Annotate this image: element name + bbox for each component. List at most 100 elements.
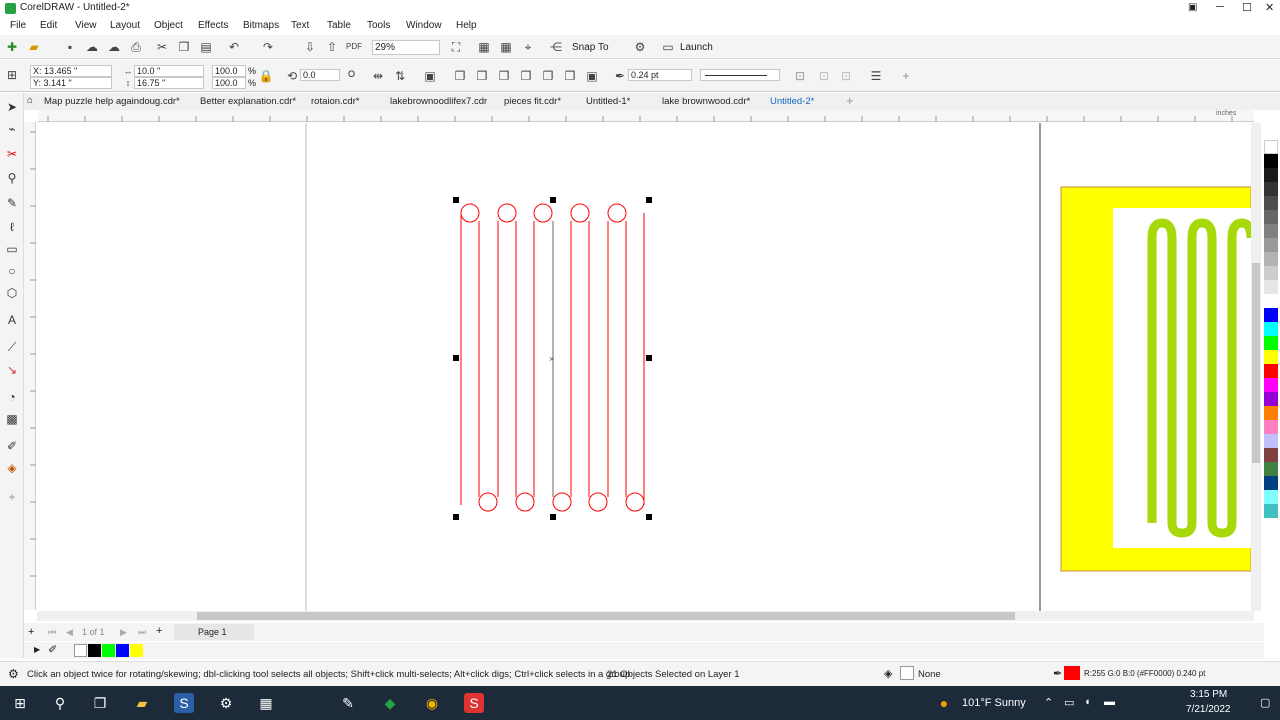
save-icon[interactable]: ▪ — [62, 39, 78, 55]
palette-swatch[interactable] — [1264, 238, 1278, 252]
create-boundary-icon[interactable]: ▣ — [584, 68, 600, 84]
tray-battery-icon[interactable]: ▬ — [1104, 696, 1115, 708]
file-explorer-icon[interactable]: ▰ — [132, 693, 152, 713]
windows-start-icon[interactable]: ⊞ — [10, 693, 30, 713]
maximize-button[interactable]: ☐ — [1242, 1, 1252, 14]
home-icon[interactable]: ⌂ — [27, 95, 33, 106]
undo-icon[interactable]: ↶ — [226, 39, 242, 55]
palette-swatch[interactable] — [1264, 406, 1278, 420]
palette-swatch[interactable] — [1264, 350, 1278, 364]
ellipse-tool-icon[interactable]: ○ — [4, 263, 20, 279]
scale-height-field[interactable]: 100.0 — [212, 77, 246, 89]
doc-swatch-black[interactable] — [88, 644, 101, 657]
y-position-field[interactable]: Y: 3.141 " — [30, 77, 112, 89]
scale-width-field[interactable]: 100.0 — [212, 65, 246, 77]
line-style-select[interactable] — [700, 69, 780, 81]
menu-text[interactable]: Text — [291, 20, 309, 31]
palette-swatch[interactable] — [1264, 168, 1278, 182]
app-snagit-icon[interactable]: S — [464, 693, 484, 713]
polygon-tool-icon[interactable]: ⬡ — [4, 285, 20, 301]
menu-object[interactable]: Object — [154, 20, 183, 31]
menu-file[interactable]: File — [10, 20, 26, 31]
snap-to-dropdown[interactable]: Snap To — [572, 42, 609, 53]
tab-lake-brownwood[interactable]: lake brownwood.cdr* — [662, 96, 750, 107]
artistic-media-icon[interactable]: ℓ — [4, 219, 20, 235]
copy-icon[interactable]: ❐ — [176, 39, 192, 55]
to-front-icon[interactable]: ⊡ — [816, 68, 832, 84]
page-tab[interactable]: Page 1 — [198, 627, 227, 637]
palette-swatch[interactable] — [1264, 280, 1278, 294]
add-page-icon[interactable]: + — [28, 626, 34, 638]
shape-tool-icon[interactable]: ⌁ — [4, 121, 20, 137]
simplify-icon[interactable]: ❐ — [518, 68, 534, 84]
menu-effects[interactable]: Effects — [198, 20, 228, 31]
tab-untitled-1[interactable]: Untitled-1* — [586, 96, 630, 107]
vertical-scrollbar[interactable] — [1251, 123, 1261, 611]
snap-icon[interactable]: ⋲ — [548, 39, 564, 55]
palette-swatch[interactable] — [1264, 448, 1278, 462]
height-field[interactable]: 16.75 " — [134, 77, 204, 89]
text-tool-icon[interactable]: A — [4, 312, 20, 328]
rulers-icon[interactable]: ▦ — [476, 39, 492, 55]
import-icon[interactable]: ⇩ — [302, 39, 318, 55]
palette-swatch[interactable] — [1264, 490, 1278, 504]
tab-untitled-2[interactable]: Untitled-2* — [770, 96, 814, 107]
prev-page-icon[interactable]: ◀ — [66, 627, 73, 638]
search-icon[interactable]: ⚲ — [50, 693, 70, 713]
to-back-icon[interactable]: ⊡ — [838, 68, 854, 84]
tab-map-puzzle[interactable]: Map puzzle help againdoug.cdr* — [44, 96, 180, 107]
menu-edit[interactable]: Edit — [40, 20, 57, 31]
palette-swatch[interactable] — [1264, 434, 1278, 448]
grid-icon[interactable]: ▦ — [498, 39, 514, 55]
parallel-dimension-icon[interactable]: ⟋ — [4, 339, 20, 355]
print-icon[interactable]: ⎙ — [128, 39, 144, 55]
new-tab-icon[interactable]: + — [846, 93, 854, 108]
mirror-horizontal-icon[interactable]: ⇹ — [370, 68, 386, 84]
redo-icon[interactable]: ↷ — [260, 39, 276, 55]
menu-help[interactable]: Help — [456, 20, 477, 31]
palette-swatch[interactable] — [1264, 154, 1278, 168]
cloud-download-icon[interactable]: ☁ — [106, 39, 122, 55]
paste-icon[interactable]: ▤ — [198, 39, 214, 55]
add-property-icon[interactable]: + — [898, 68, 914, 84]
palette-swatch[interactable] — [1264, 378, 1278, 392]
horizontal-scrollbar[interactable] — [37, 611, 1254, 621]
pick-tool-icon[interactable]: ➤ — [4, 99, 20, 115]
rotation-field[interactable]: 0.0 — [300, 69, 340, 81]
weld-icon[interactable]: ❐ — [452, 68, 468, 84]
menu-table[interactable]: Table — [327, 20, 351, 31]
intersect-icon[interactable]: ❐ — [496, 68, 512, 84]
app-settings-icon[interactable]: ⚙ — [216, 693, 236, 713]
tab-rotaion[interactable]: rotaion.cdr* — [311, 96, 360, 107]
settings-gear-icon[interactable]: ⚙ — [8, 667, 19, 681]
doc-swatch-none[interactable] — [74, 644, 87, 657]
palette-swatch[interactable] — [1264, 476, 1278, 490]
new-document-icon[interactable]: ✚ — [4, 39, 20, 55]
close-button[interactable]: ✕ — [1265, 1, 1274, 14]
horizontal-scroll-thumb[interactable] — [197, 612, 1015, 620]
front-minus-back-icon[interactable]: ❐ — [540, 68, 556, 84]
width-field[interactable]: 10.0 " — [134, 65, 204, 77]
fill-swatch-none[interactable] — [900, 666, 914, 680]
zoom-tool-icon[interactable]: ⚲ — [4, 170, 20, 186]
rectangle-tool-icon[interactable]: ▭ — [4, 241, 20, 257]
doc-swatch-blue[interactable] — [116, 644, 129, 657]
palette-swatch[interactable] — [1264, 266, 1278, 280]
cut-icon[interactable]: ✂ — [154, 39, 170, 55]
palette-swatch[interactable] — [1264, 462, 1278, 476]
zoom-level-select[interactable]: 29% — [372, 40, 440, 55]
open-folder-icon[interactable]: ▰ — [26, 39, 42, 55]
clock-time[interactable]: 3:15 PM — [1190, 689, 1227, 700]
mirror-vertical-icon[interactable]: ⇅ — [392, 68, 408, 84]
add-tool-icon[interactable]: + — [4, 489, 20, 505]
tray-chevron-icon[interactable]: ⌃ — [1044, 696, 1053, 709]
app-pen-icon[interactable]: ✎ — [338, 693, 358, 713]
app-s-icon[interactable]: S — [174, 693, 194, 713]
palette-swatch[interactable] — [1264, 322, 1278, 336]
palette-swatch[interactable] — [1264, 392, 1278, 406]
launch-button[interactable]: Launch — [680, 42, 713, 53]
outline-width-field[interactable]: 0.24 pt — [628, 69, 692, 81]
wrap-text-icon[interactable]: ⊡ — [792, 68, 808, 84]
palette-swatch[interactable] — [1264, 420, 1278, 434]
add-page-after-icon[interactable]: + — [156, 625, 162, 637]
